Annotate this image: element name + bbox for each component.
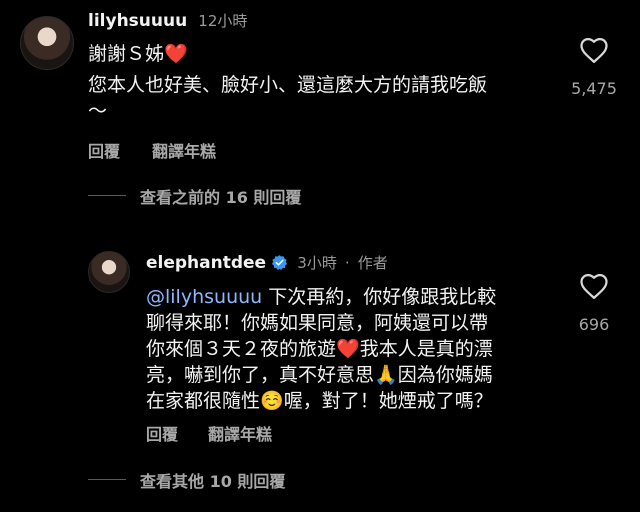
reply-text: 下次再約，你好像跟我比較 [262,286,497,308]
reply-header: elephantdee 3小時 · 作者 [146,252,388,273]
translate-button[interactable]: 翻譯年糕 [152,138,216,162]
reply-like-count: 696 [578,315,610,334]
view-previous-replies[interactable]: 查看之前的 16 則回覆 [140,184,301,208]
pray-emoji: 🙏 [374,364,398,386]
reply-line-1: @lilyhsuuuu 下次再約，你好像跟我比較 [146,283,496,312]
comment-line-3: ～ [88,100,108,122]
reply-line-3: 你來個３天２夜的旅遊❤️我本人是真的漂 [146,335,493,364]
smile-emoji: ☺️ [260,390,284,412]
reply-text: 在家都很隨性 [146,390,261,412]
thread-divider [88,479,126,480]
comment-text: 謝謝Ｓ姊 [88,43,165,65]
comment-line-2: 您本人也好美、臉好小、還這麼大方的請我吃飯 [88,74,488,96]
reply-reply-button[interactable]: 回覆 [146,421,178,445]
reply-avatar[interactable] [88,251,130,293]
comment-line-1: 謝謝Ｓ姊❤️ [88,40,188,69]
comment-header: lilyhsuuuu 12小時 [88,10,247,31]
reply-text: 我本人是真的漂 [359,338,493,360]
reply-line-4: 亮，嚇到你了，真不好意思🙏因為你媽媽 [146,361,493,390]
reply-text: 亮，嚇到你了，真不好意思 [146,364,375,386]
avatar[interactable] [20,16,74,70]
reply-line-5: 在家都很隨性☺️喔，對了！她煙戒了嗎？ [146,387,493,416]
reply-text: 喔，對了！她煙戒了嗎？ [283,390,493,412]
heart-outline-icon [580,38,608,63]
reply-like-button[interactable] [579,272,609,300]
meta-separator: · [344,254,350,272]
heart-emoji: ❤️ [336,338,360,360]
reply-time: 3小時 [297,254,337,272]
comment-time: 12小時 [198,12,248,30]
heart-emoji: ❤️ [164,43,188,65]
reply-text: 因為你媽媽 [397,364,493,386]
reply-line-2: 聊得來耶！你媽如果同意，阿姨還可以帶 [146,312,489,334]
comment-username[interactable]: lilyhsuuuu [88,11,187,31]
heart-outline-icon [580,274,608,299]
view-other-replies[interactable]: 查看其他 10 則回覆 [140,468,285,492]
reply-text: 你來個３天２夜的旅遊 [146,338,337,360]
reply-username[interactable]: elephantdee [146,253,266,273]
like-count: 5,475 [571,79,617,98]
thread-divider [88,195,126,196]
like-button[interactable] [579,36,609,64]
mention-link[interactable]: @lilyhsuuuu [146,286,262,308]
reply-translate-button[interactable]: 翻譯年糕 [208,421,272,445]
verified-badge-icon [271,254,288,271]
author-label: 作者 [357,254,388,272]
reply-button[interactable]: 回覆 [88,138,120,162]
